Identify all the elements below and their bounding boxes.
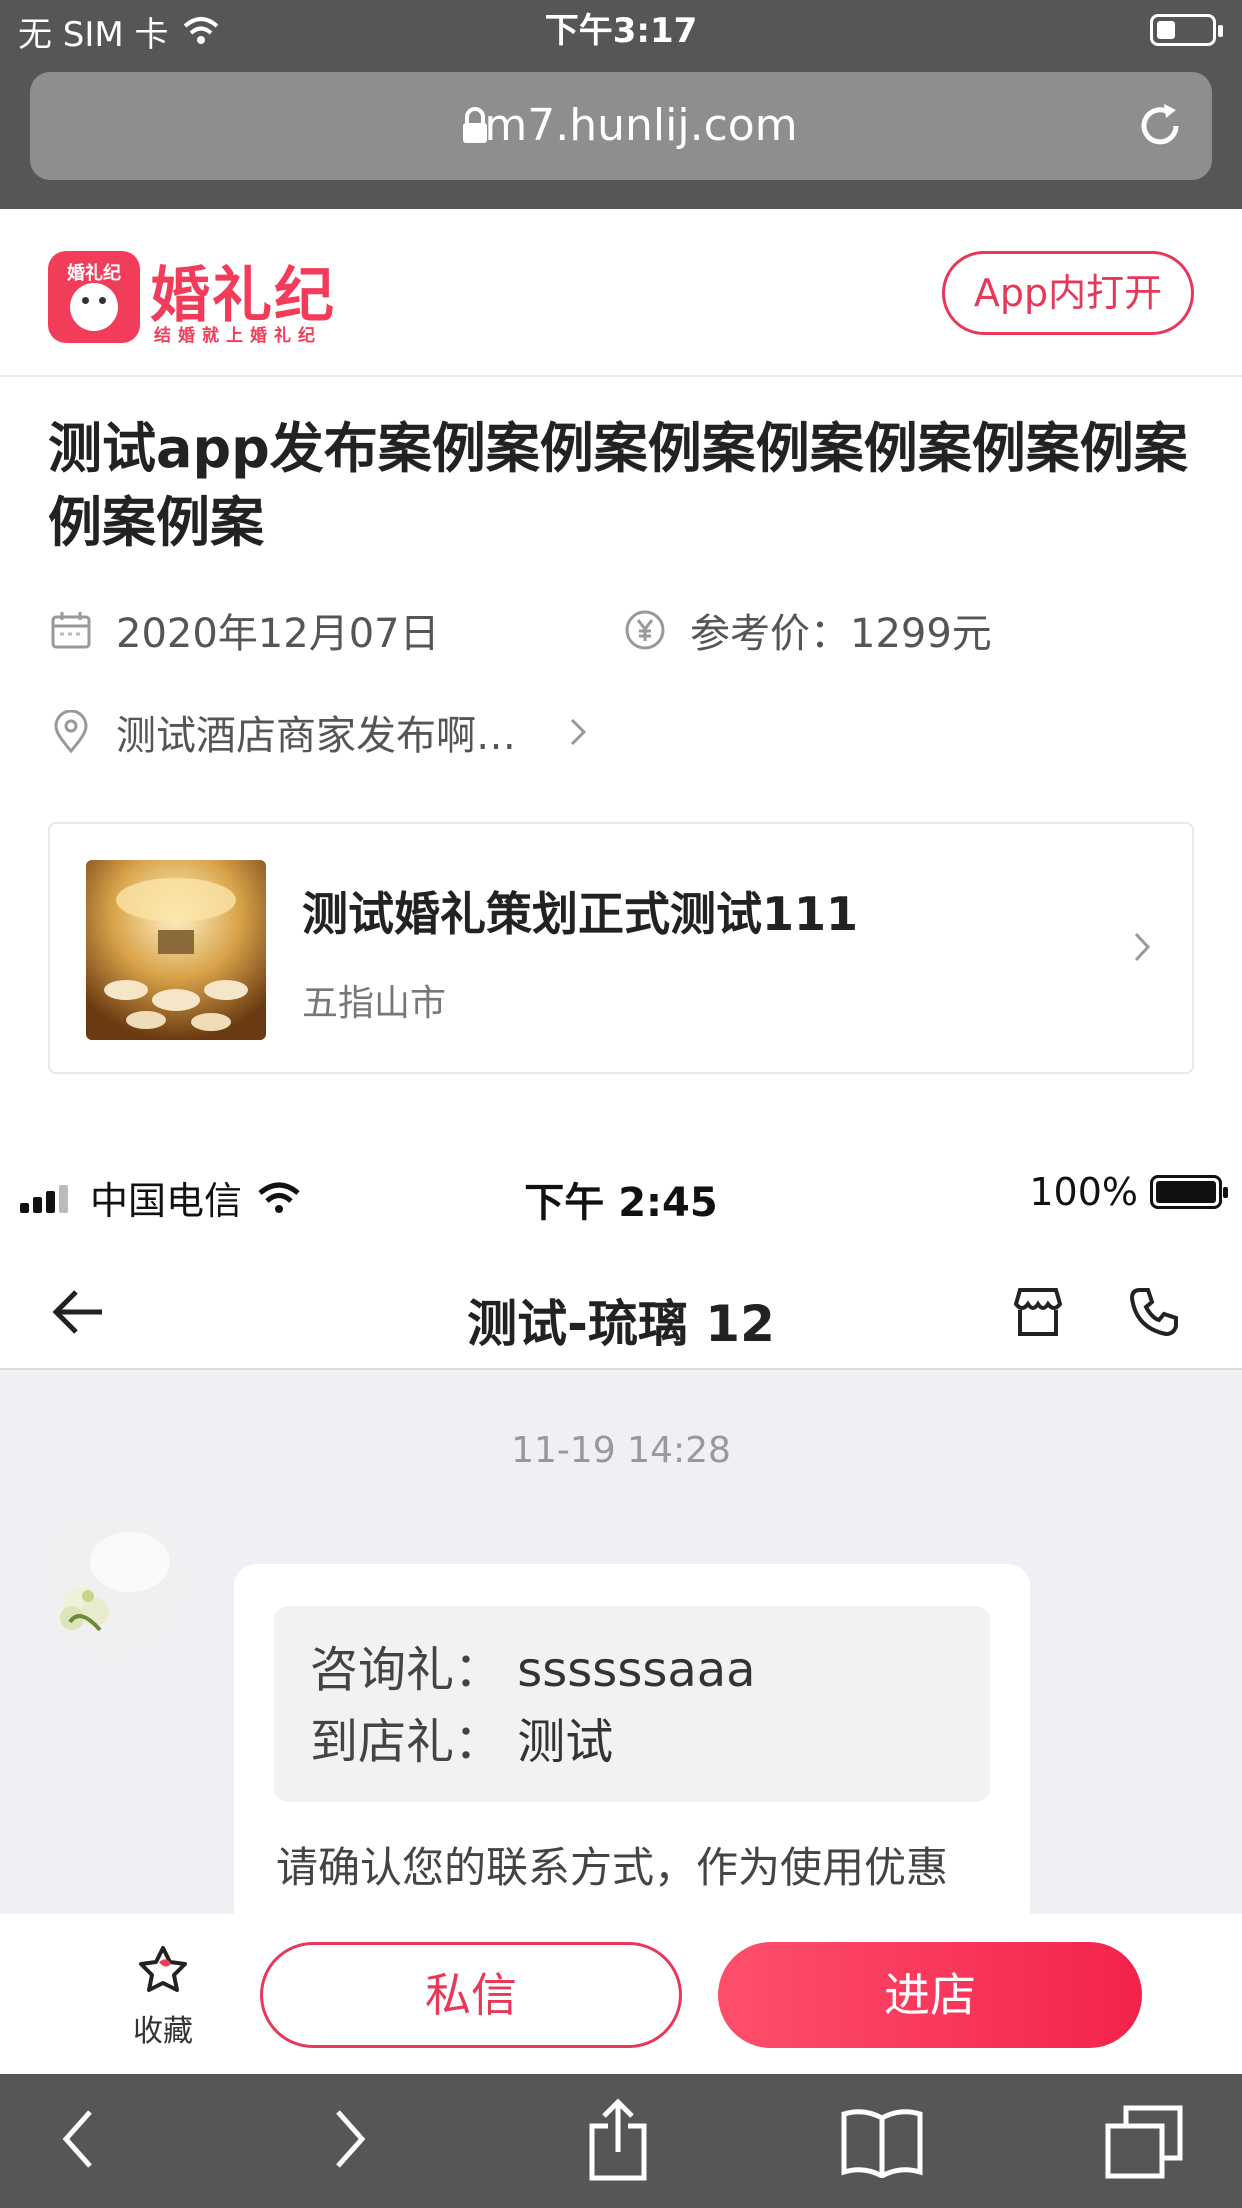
- battery-icon: [1150, 14, 1223, 46]
- brand-slogan: 结婚就上婚礼纪: [154, 326, 322, 346]
- chat-timestamp: 11-19 14:28: [511, 1430, 731, 1471]
- back-icon[interactable]: [58, 2104, 98, 2174]
- store-icon: [1013, 1288, 1063, 1336]
- share-icon[interactable]: [586, 2096, 650, 2182]
- gift-consult-label: 咨询礼：: [310, 1642, 503, 1698]
- chat-battery: 100%: [1029, 1170, 1228, 1214]
- location-pin-icon: [48, 709, 94, 755]
- chat-battery-percent: 100%: [1029, 1170, 1138, 1214]
- avatar: [40, 1512, 184, 1656]
- bookmarks-icon[interactable]: [840, 2106, 924, 2178]
- enter-shop-button[interactable]: 进店: [718, 1942, 1142, 2048]
- chevron-right-icon: [570, 718, 587, 746]
- case-price: 参考价：1299元: [622, 605, 992, 657]
- yuan-icon: [622, 607, 668, 653]
- chevron-right-icon: [1134, 932, 1151, 962]
- gift-info-box: 咨询礼： ssssssaaa 到店礼： 测试: [274, 1606, 990, 1802]
- logo-icon[interactable]: 婚礼纪: [48, 251, 140, 343]
- chat-nav-bar: 测试-琉璃 12: [0, 1254, 1242, 1370]
- favorite-button[interactable]: 收藏: [110, 1942, 216, 2050]
- logo-mini-text: 婚礼纪: [67, 263, 121, 284]
- status-time: 下午3:17: [544, 11, 698, 51]
- reload-icon[interactable]: [1132, 98, 1188, 154]
- gift-consult-value: ssssssaaa: [517, 1642, 756, 1698]
- bottom-action-bar: 收藏 私信 进店: [0, 1914, 1242, 2074]
- merchant-card[interactable]: 测试婚礼策划正式测试111 五指山市: [48, 822, 1194, 1074]
- private-message-button[interactable]: 私信: [260, 1942, 682, 2048]
- case-location-text: 测试酒店商家发布啊…: [116, 713, 516, 759]
- case-date: 2020年12月07日: [48, 605, 440, 657]
- case-location[interactable]: 测试酒店商家发布啊…: [48, 707, 588, 759]
- chat-message-bubble: 咨询礼： ssssssaaa 到店礼： 测试 请确认您的联系方式，作为使用优惠: [234, 1564, 1030, 1914]
- gift-visit-row: 到店礼： 测试: [310, 1706, 954, 1778]
- merchant-name: 测试婚礼策划正式测试111: [302, 887, 859, 941]
- case-price-text: 参考价：1299元: [690, 611, 992, 657]
- safari-toolbar: [0, 2074, 1242, 2208]
- phone-icon: [1129, 1288, 1178, 1337]
- tabs-icon[interactable]: [1104, 2104, 1184, 2180]
- calendar-icon: [48, 607, 94, 653]
- battery-icon: [1150, 1175, 1228, 1209]
- favorite-label: 收藏: [133, 2014, 193, 2049]
- case-title: 测试app发布案例案例案例案例案例案例案例案例案例案: [48, 417, 1188, 554]
- forward-icon[interactable]: [330, 2104, 370, 2174]
- url-text: m7.hunlij.com: [484, 100, 798, 151]
- merchant-city: 五指山市: [302, 983, 447, 1024]
- address-bar[interactable]: m7.hunlij.com: [30, 72, 1212, 180]
- star-icon: [139, 1946, 187, 1992]
- chat-message-text: 请确认您的联系方式，作为使用优惠: [276, 1843, 949, 1892]
- safari-top-bar: 无 SIM 卡 下午3:17 m7.hunlij.com: [0, 0, 1242, 209]
- chat-screenshot-image: 中国电信 下午 2:45 100% 测试-琉璃 12 11-19 14:28 咨…: [0, 1130, 1242, 1914]
- chat-status-bar: 中国电信 下午 2:45 100%: [0, 1130, 1242, 1254]
- gift-consult-row: 咨询礼： ssssssaaa: [310, 1634, 954, 1706]
- case-date-text: 2020年12月07日: [116, 611, 440, 657]
- gift-visit-value: 测试: [517, 1714, 614, 1770]
- open-in-app-button[interactable]: App内打开: [942, 251, 1194, 335]
- gift-visit-label: 到店礼：: [310, 1714, 503, 1770]
- merchant-thumbnail: [86, 860, 266, 1040]
- site-header: 婚礼纪 婚礼纪 结婚就上婚礼纪 App内打开: [0, 209, 1242, 377]
